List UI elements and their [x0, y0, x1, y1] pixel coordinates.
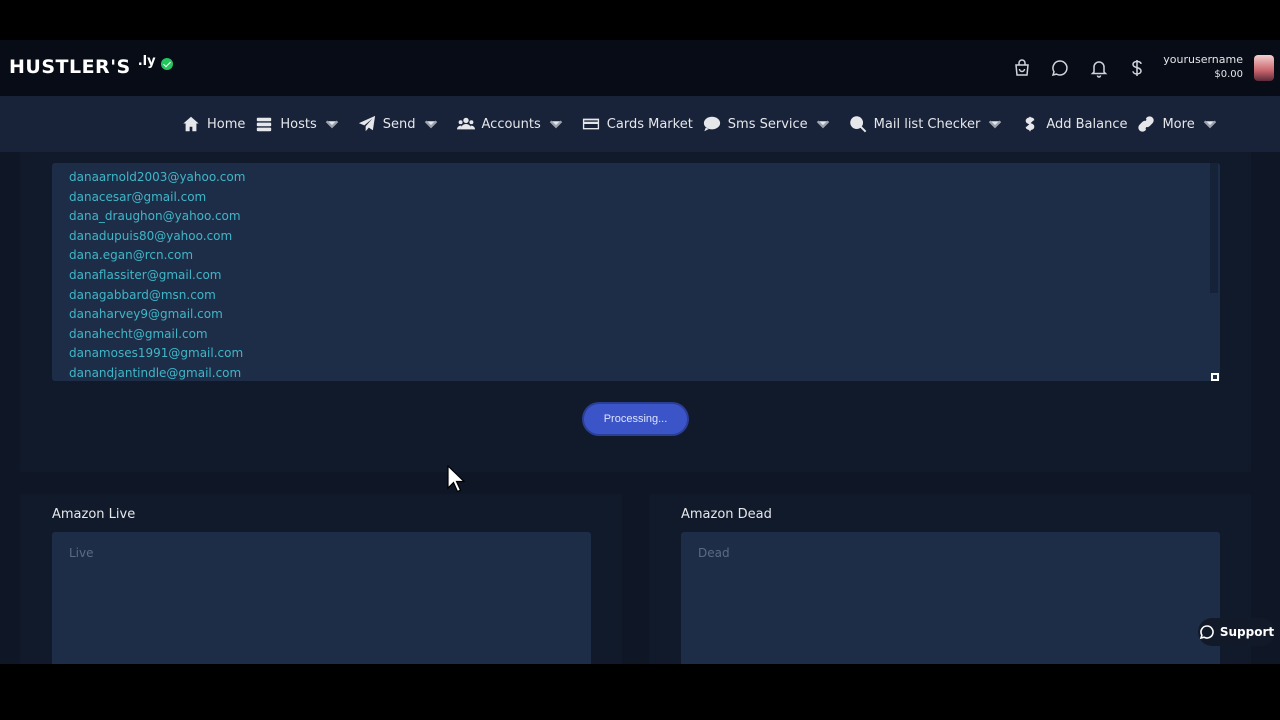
nav-item-hosts[interactable]: Hosts — [255, 115, 347, 133]
email-list: danaarnold2003@yahoo.com danacesar@gmail.… — [69, 168, 245, 381]
nav-item-home[interactable]: Home — [182, 115, 245, 133]
amazon-live-textarea[interactable]: Live — [52, 532, 591, 664]
credit-card-icon — [582, 118, 599, 130]
link-icon — [1138, 116, 1155, 132]
bell-icon[interactable] — [1089, 58, 1109, 78]
user-menu[interactable]: yourusername $0.00 — [1163, 53, 1243, 80]
nav-item-mail-list-checker[interactable]: Mail list Checker — [849, 115, 1012, 133]
nav-item-sms-service[interactable]: Sms Service — [703, 115, 839, 133]
dollar-icon[interactable] — [1127, 58, 1147, 78]
mouse-cursor-icon — [447, 465, 465, 493]
chevron-down-icon — [549, 120, 563, 129]
amazon-dead-textarea[interactable]: Dead — [681, 532, 1220, 664]
nav-item-label: Home — [207, 116, 246, 132]
nav-item-label: Add Balance — [1046, 116, 1128, 132]
chat-icon — [1199, 625, 1214, 640]
nav-item-label: Mail list Checker — [873, 116, 981, 132]
email-entry: danaharvey9@gmail.com — [69, 307, 223, 322]
processing-button[interactable]: Processing... — [584, 404, 687, 434]
chevron-down-icon — [1203, 120, 1216, 129]
letterbox-top — [0, 0, 1280, 40]
app-window: HUSTLER'S .ly yourusername $0.00 Home Ho… — [0, 40, 1280, 664]
chevron-down-icon — [989, 120, 1002, 129]
amazon-dead-title: Amazon Dead — [681, 507, 772, 522]
amazon-dead-placeholder: Dead — [698, 546, 730, 560]
brand-logo[interactable]: HUSTLER'S .ly — [9, 54, 173, 78]
verified-icon — [160, 58, 173, 70]
email-entry: dana_draughon@yahoo.com — [69, 209, 241, 224]
server-icon — [257, 117, 272, 132]
home-icon — [183, 116, 199, 132]
amazon-live-placeholder: Live — [69, 546, 94, 560]
username: yourusername — [1163, 53, 1243, 66]
chevron-down-icon — [424, 120, 437, 129]
email-entry: dana.egan@rcn.com — [69, 248, 194, 263]
nav-item-send[interactable]: Send — [358, 115, 447, 133]
nav-item-label: Sms Service — [727, 116, 808, 132]
email-entry: danamoses1991@gmail.com — [69, 346, 244, 361]
amazon-live-title: Amazon Live — [52, 507, 136, 522]
shopping-bag-icon[interactable] — [1012, 58, 1032, 78]
email-entry: danadupuis80@yahoo.com — [69, 228, 233, 243]
dollar-icon — [1025, 116, 1035, 132]
email-entry: danaarnold2003@yahoo.com — [69, 170, 246, 184]
nav-item-label: Send — [382, 116, 416, 132]
nav-item-label: Hosts — [280, 116, 317, 132]
user-balance: $0.00 — [1214, 69, 1243, 80]
search-icon — [849, 116, 867, 133]
email-entry: danaflassiter@gmail.com — [69, 267, 222, 282]
nav-item-add-balance[interactable]: Add Balance — [1021, 115, 1127, 133]
email-entry: danandjantindle@gmail.com — [69, 365, 242, 380]
chat-icon[interactable] — [1050, 58, 1070, 78]
email-list-textarea[interactable]: danaarnold2003@yahoo.com danacesar@gmail.… — [52, 163, 1220, 381]
users-icon — [456, 117, 475, 130]
nav-item-accounts[interactable]: Accounts — [456, 115, 572, 133]
nav-item-cards-market[interactable]: Cards Market — [582, 115, 693, 133]
avatar[interactable] — [1254, 55, 1274, 81]
brand-name: HUSTLER'S — [9, 56, 131, 78]
nav-item-more[interactable]: More — [1137, 115, 1225, 133]
chevron-down-icon — [816, 120, 829, 129]
nav-item-label: More — [1162, 116, 1195, 132]
textarea-scrollbar[interactable] — [1210, 163, 1218, 293]
nav-item-label: Accounts — [481, 116, 541, 132]
letterbox-bottom — [0, 664, 1280, 720]
brand-suffix: .ly — [137, 54, 156, 69]
nav-item-label: Cards Market — [606, 116, 693, 132]
email-entry: danahecht@gmail.com — [69, 326, 208, 341]
sms-icon — [703, 116, 720, 132]
support-label: Support — [1219, 625, 1275, 639]
main-nav: Home Hosts Send Accounts Cards Market Sm… — [0, 96, 1280, 152]
email-entry: danagabbard@msn.com — [69, 287, 216, 302]
textarea-resize-handle[interactable] — [1211, 373, 1219, 381]
top-bar: HUSTLER'S .ly yourusername $0.00 — [0, 40, 1280, 96]
support-button[interactable]: Support — [1198, 618, 1275, 646]
email-entry: danacesar@gmail.com — [69, 189, 207, 204]
chevron-down-icon — [325, 120, 338, 129]
paper-plane-icon — [358, 115, 375, 132]
